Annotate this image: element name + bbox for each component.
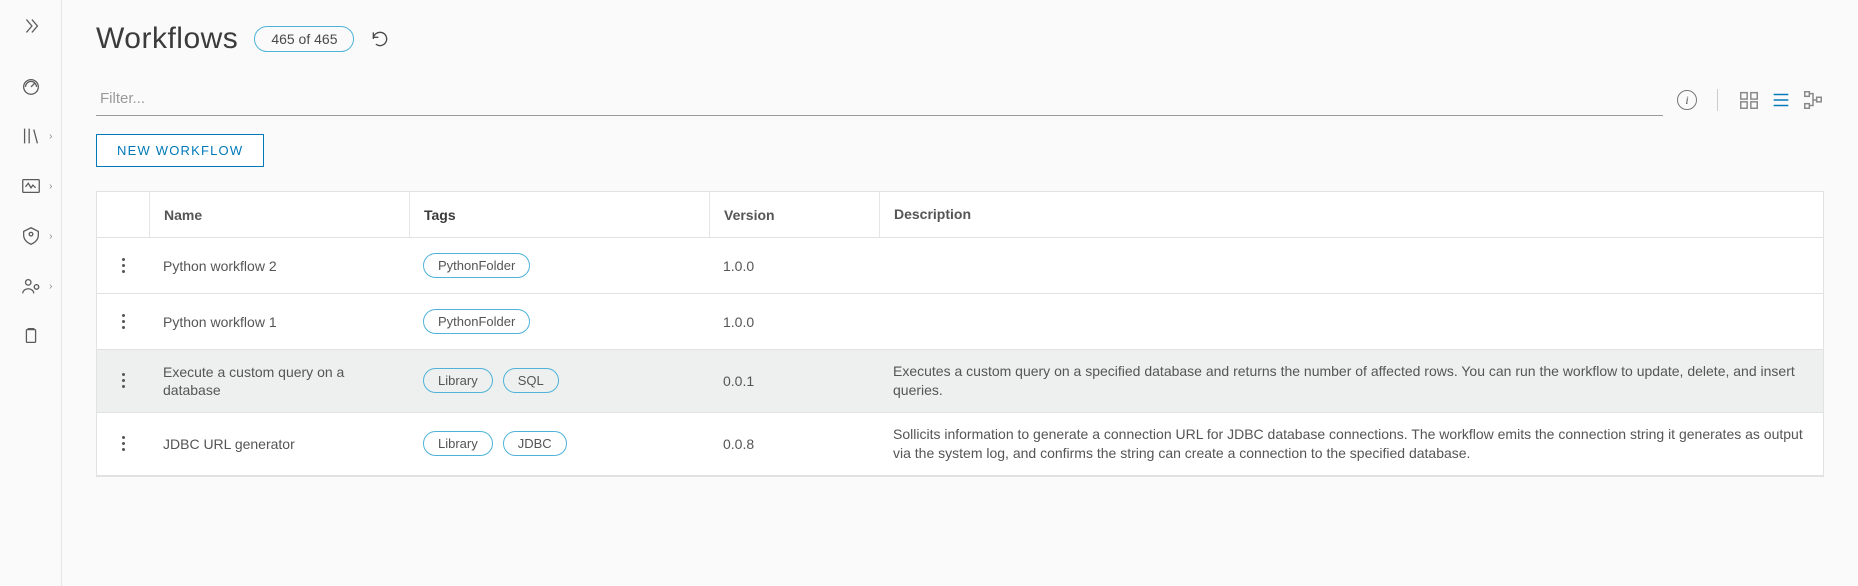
sidebar-item-activity[interactable]: › xyxy=(11,174,51,198)
info-icon[interactable]: i xyxy=(1677,90,1697,110)
tag-pill[interactable]: PythonFolder xyxy=(423,253,530,278)
chevron-right-icon: › xyxy=(49,181,52,192)
row-version: 0.0.1 xyxy=(709,350,879,412)
sidebar-item-admin[interactable]: › xyxy=(11,274,51,298)
row-description xyxy=(879,238,1823,293)
col-version[interactable]: Version xyxy=(709,192,879,237)
row-actions-button[interactable] xyxy=(97,238,149,293)
tag-pill[interactable]: SQL xyxy=(503,368,559,393)
new-workflow-button[interactable]: NEW WORKFLOW xyxy=(96,134,264,167)
page-title: Workflows xyxy=(96,22,238,56)
row-description: Sollicits information to generate a conn… xyxy=(879,413,1823,475)
col-tags[interactable]: Tags xyxy=(409,192,709,237)
row-actions-button[interactable] xyxy=(97,294,149,349)
view-card-button[interactable] xyxy=(1738,89,1760,111)
sidebar-item-assets[interactable]: › xyxy=(11,224,51,248)
row-tags: PythonFolder xyxy=(409,238,709,293)
tag-pill[interactable]: PythonFolder xyxy=(423,309,530,334)
filter-input[interactable] xyxy=(96,84,1663,116)
table-row[interactable]: Python workflow 2 PythonFolder 1.0.0 xyxy=(97,238,1823,294)
chevron-right-icon: › xyxy=(49,131,52,142)
view-toggle-group xyxy=(1738,89,1824,111)
row-tags: PythonFolder xyxy=(409,294,709,349)
kebab-icon xyxy=(122,314,125,329)
tag-pill[interactable]: Library xyxy=(423,368,493,393)
expand-sidebar-button[interactable] xyxy=(11,14,51,38)
row-name: JDBC URL generator xyxy=(149,413,409,475)
row-description xyxy=(879,294,1823,349)
count-badge: 465 of 465 xyxy=(254,26,354,52)
page-header: Workflows 465 of 465 xyxy=(96,22,1824,56)
view-tree-button[interactable] xyxy=(1802,89,1824,111)
row-name: Python workflow 2 xyxy=(149,238,409,293)
divider xyxy=(1717,89,1718,111)
view-list-button[interactable] xyxy=(1770,89,1792,111)
table-row[interactable]: JDBC URL generator Library JDBC 0.0.8Sollic… xyxy=(97,413,1823,476)
row-name: Execute a custom query on a database xyxy=(149,350,409,412)
tag-pill[interactable]: Library xyxy=(423,431,493,456)
row-name: Python workflow 1 xyxy=(149,294,409,349)
refresh-button[interactable] xyxy=(370,29,390,49)
col-actions xyxy=(97,192,149,237)
col-name[interactable]: Name xyxy=(149,192,409,237)
row-actions-button[interactable] xyxy=(97,350,149,412)
sidebar-item-library[interactable]: › xyxy=(11,124,51,148)
tag-pill[interactable]: JDBC xyxy=(503,431,567,456)
main-content: Workflows 465 of 465 i NEW WORKFLOW Name… xyxy=(62,0,1858,586)
row-actions-button[interactable] xyxy=(97,413,149,475)
table-row[interactable]: Execute a custom query on a databaseLibr… xyxy=(97,350,1823,413)
sidebar-item-dashboard[interactable] xyxy=(11,74,51,98)
chevron-right-icon: › xyxy=(49,281,52,292)
row-description: Executes a custom query on a specified d… xyxy=(879,350,1823,412)
col-description[interactable]: Description xyxy=(879,192,1823,237)
table-header-row: Name Tags Version Description xyxy=(97,192,1823,238)
row-tags: Library JDBC xyxy=(409,413,709,475)
sidebar-item-inventory[interactable] xyxy=(11,324,51,348)
chevron-right-icon: › xyxy=(49,231,52,242)
kebab-icon xyxy=(122,436,125,451)
kebab-icon xyxy=(122,373,125,388)
row-version: 1.0.0 xyxy=(709,238,879,293)
row-version: 0.0.8 xyxy=(709,413,879,475)
kebab-icon xyxy=(122,258,125,273)
sidebar: › › › › xyxy=(0,0,62,586)
workflows-table: Name Tags Version Description Python wor… xyxy=(96,191,1824,477)
row-version: 1.0.0 xyxy=(709,294,879,349)
row-tags: Library SQL xyxy=(409,350,709,412)
table-row[interactable]: Python workflow 1 PythonFolder 1.0.0 xyxy=(97,294,1823,350)
filter-bar: i xyxy=(96,84,1824,116)
